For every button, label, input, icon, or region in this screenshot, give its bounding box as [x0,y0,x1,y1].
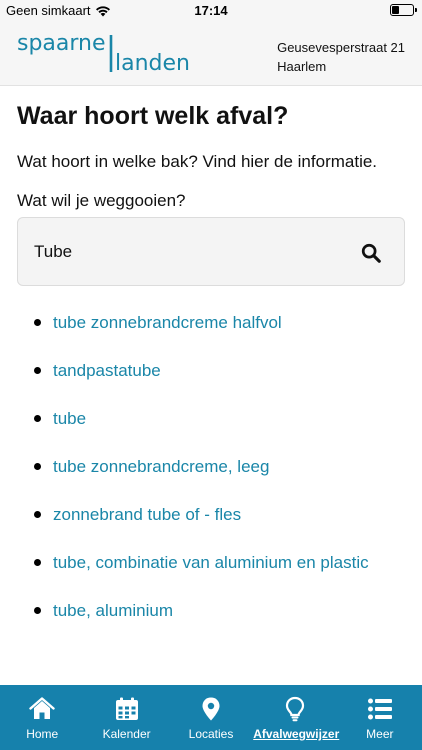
result-link[interactable]: tandpastatube [53,361,161,381]
bullet [34,367,41,374]
home-icon [29,697,55,719]
result-link[interactable]: zonnebrand tube of - fles [53,505,241,525]
list-item: tandpastatube [0,349,422,397]
list-item: zonnebrand tube of - fles [0,493,422,541]
bullet [34,319,41,326]
result-link[interactable]: tube zonnebrandcreme halfvol [53,313,282,333]
spaarnelanden-logo[interactable]: spaarne landen [17,30,197,78]
tab-home[interactable]: Home [0,685,84,750]
address: Geusevesperstraat 21 Haarlem [277,38,405,76]
result-link[interactable]: tube [53,409,86,429]
list-item: tube [0,397,422,445]
tab-label: Kalender [102,727,151,741]
status-bar: Geen simkaart 17:14 [0,0,422,22]
calendar-icon [115,697,138,720]
battery-icon [390,4,417,16]
search-input[interactable] [34,218,334,285]
results-list: tube zonnebrandcreme halfvol tandpastatu… [0,301,422,637]
tab-locaties[interactable]: Locaties [169,685,253,750]
logo-line2: landen [115,51,190,76]
tab-bar: Home Kalender Locaties Afvalwegwijzer Me… [0,685,422,750]
address-street: Geusevesperstraat 21 [277,40,405,55]
tab-label: Afvalwegwijzer [253,727,340,741]
status-time: 17:14 [194,3,228,18]
intro-text: Wat hoort in welke bak? Vind hier de inf… [17,152,378,171]
bullet [34,463,41,470]
tab-label: Locaties [188,727,234,741]
page-title: Waar hoort welk afval? [17,102,289,130]
list-item: tube, combinatie van aluminium en plasti… [0,541,422,589]
status-right [390,4,417,16]
bullet [34,559,41,566]
lightbulb-icon [286,696,305,722]
result-link[interactable]: tube, aluminium [53,601,173,621]
address-city: Haarlem [277,59,327,74]
list-icon [367,698,392,720]
bullet [34,415,41,422]
search-label: Wat wil je weggooien? [17,191,186,210]
search-box [17,217,405,286]
list-item: tube zonnebrandcreme, leeg [0,445,422,493]
location-pin-icon [202,697,220,721]
result-link[interactable]: tube, combinatie van aluminium en plasti… [53,553,369,573]
tab-afvalwegwijzer[interactable]: Afvalwegwijzer [253,685,340,750]
tab-label: Home [26,727,59,741]
bullet [34,511,41,518]
tab-meer[interactable]: Meer [338,685,422,750]
logo-line1: spaarne [17,31,106,56]
list-item: tube zonnebrandcreme halfvol [0,301,422,349]
tab-label: Meer [366,727,394,741]
list-item: tube, aluminium [0,589,422,637]
tab-kalender[interactable]: Kalender [84,685,168,750]
search-icon[interactable] [360,242,382,264]
app-header: spaarne landen Geusevesperstraat 21 Haar… [0,22,422,86]
result-link[interactable]: tube zonnebrandcreme, leeg [53,457,269,477]
bullet [34,607,41,614]
